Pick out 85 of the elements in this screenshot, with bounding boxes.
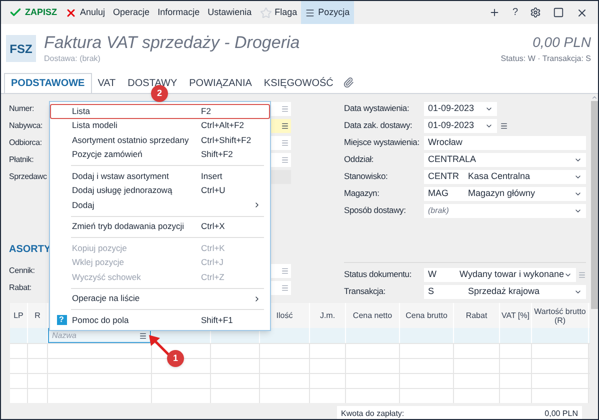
column-header[interactable]: VAT [%] (501, 311, 530, 320)
help-button[interactable]: ? (512, 5, 518, 20)
maximize-icon[interactable] (553, 7, 564, 18)
field-label: Kwota do zapłaty: (341, 408, 404, 419)
tab[interactable]: PODSTAWOWE (4, 73, 92, 93)
field-label: Stanowisko: (344, 170, 389, 183)
check-icon (9, 6, 22, 19)
field-label: Status dokumentu: (344, 268, 412, 281)
menu-item[interactable]: Dodaj usługę jednorazową Ctrl+U (50, 184, 270, 198)
field-label: Numer: (9, 102, 36, 114)
section-title: ASORTY (9, 243, 51, 257)
field-label: Magazyn: (344, 187, 380, 200)
input-field[interactable] (271, 264, 291, 278)
input-field[interactable] (271, 102, 291, 116)
field-label: Nabywca: (9, 120, 44, 132)
menu-icon (305, 8, 316, 18)
menu-item[interactable]: ? Pomoc do pola Shift+F1 (50, 313, 270, 328)
star-icon (260, 6, 272, 18)
toolbar-button[interactable]: Anuluj (61, 1, 110, 24)
document-badge: FSZ (6, 35, 36, 62)
menu-item[interactable]: Lista modeli Ctrl+Alt+F2 (50, 118, 270, 133)
dropdown-field[interactable]: (brak) (424, 204, 586, 218)
column-header[interactable]: Cena brutto (406, 311, 448, 320)
field-label: Oddział: (344, 153, 375, 166)
field-label: Sprzedawc (9, 170, 47, 182)
tab[interactable]: KSIĘGOWOŚĆ (258, 73, 340, 93)
input-field[interactable] (271, 118, 291, 132)
tab[interactable]: POWIĄZANIA (183, 73, 258, 93)
dropdown-field[interactable]: CENTRALA (424, 152, 586, 166)
toolbar-button[interactable]: Ustawienia (204, 1, 256, 24)
toolbar-button[interactable]: Operacje (109, 1, 154, 24)
menu-item[interactable]: Pozycje zamówień Shift+F2 (50, 148, 270, 162)
field-label: Data zak. dostawy: (344, 119, 414, 132)
menu-item[interactable]: Operacje na liście (50, 292, 270, 306)
close-icon[interactable] (576, 6, 588, 18)
menu-icon[interactable] (500, 122, 508, 130)
field-label: Odbiorca: (9, 136, 43, 148)
help-icon: ? (56, 315, 66, 326)
menu-item[interactable]: Dodaj i wstaw asortyment Insert (50, 169, 270, 184)
toolbar-button[interactable]: ZAPISZ (5, 1, 62, 24)
field-label: Sposób dostawy: (344, 204, 407, 217)
amount-value: 0,00 PLN (544, 408, 578, 419)
input-field[interactable] (271, 280, 291, 294)
settings-icon[interactable] (530, 7, 541, 18)
menu-item[interactable]: Dodaj (50, 198, 270, 212)
status-text: Status: W · Transakcja: S (500, 53, 591, 65)
field-label: Płatnik: (9, 154, 35, 166)
column-header[interactable]: Rabat (466, 311, 488, 320)
total-amount: 0,00 PLN (532, 33, 591, 52)
input-field[interactable] (271, 152, 291, 166)
document-title: Faktura VAT sprzedaży - Drogeria (44, 32, 300, 52)
dropdown-field[interactable]: CENTR Kasa Centralna (424, 170, 586, 184)
menu-icon[interactable] (281, 122, 289, 130)
close-icon (65, 6, 78, 18)
text-field[interactable]: Wrocław (424, 136, 586, 150)
date-field[interactable]: 01-09-2023 (424, 118, 497, 132)
column-header[interactable]: Cena netto (352, 311, 392, 320)
dropdown-field[interactable]: S Sprzedaż krajowa (424, 284, 586, 298)
menu-icon[interactable] (139, 332, 147, 340)
toolbar-button[interactable]: Pozycja (301, 1, 354, 24)
tab[interactable]: VAT (92, 73, 122, 93)
menu-item[interactable]: Lista F2 (50, 104, 270, 118)
column-header[interactable]: R (34, 311, 40, 320)
input-field[interactable] (271, 170, 291, 184)
menu-item[interactable]: Asortyment ostatnio sprzedany Ctrl+Shift+F2 (50, 133, 270, 148)
field-label: Cennik: (9, 264, 36, 276)
column-header[interactable]: LP (14, 311, 24, 320)
document-subtitle: Dostawa: (brak) (44, 52, 102, 64)
date-field[interactable]: 01-09-2023 (424, 102, 497, 116)
dropdown-field[interactable]: MAG Magazyn główny (424, 186, 586, 200)
toolbar-button[interactable]: Informacje (154, 1, 204, 24)
menu-item[interactable]: Zmień tryb dodawania pozycji Ctrl+X (50, 220, 270, 234)
add-icon[interactable] (489, 7, 500, 18)
column-header[interactable]: J.m. (320, 311, 336, 320)
column-header[interactable]: Ilość (276, 311, 293, 320)
scrollbar-thumb[interactable] (590, 101, 598, 309)
dropdown-field[interactable]: W Wydany towar i wykonane (424, 268, 576, 282)
toolbar-button[interactable]: Flaga (256, 1, 302, 24)
field-label: Data wystawienia: (344, 102, 410, 115)
column-header[interactable]: Wartość brutto (R) (532, 306, 588, 324)
field-label: Transakcja: (344, 285, 386, 298)
field-label: Rabat: (9, 282, 32, 294)
input-field[interactable] (271, 136, 291, 150)
paperclip-icon[interactable] (343, 77, 354, 88)
field-label: Miejsce wystawienia: (344, 136, 420, 149)
